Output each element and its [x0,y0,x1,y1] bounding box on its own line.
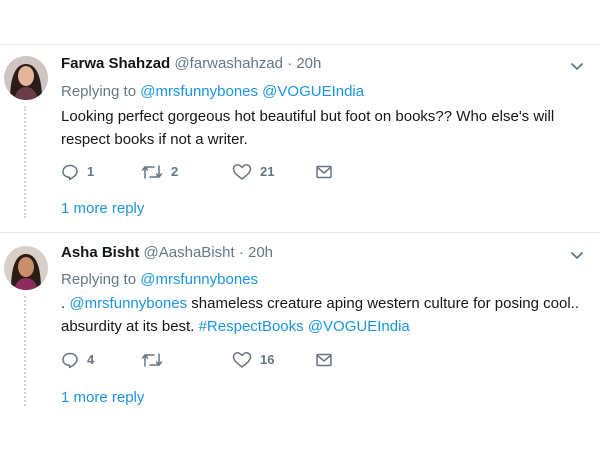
reply-action[interactable]: 4 [61,351,94,369]
like-icon[interactable] [232,163,252,181]
like-action[interactable]: 16 [232,351,274,369]
retweet-action[interactable]: 2 [141,163,178,181]
avatar[interactable] [4,56,48,100]
reply-count: 1 [87,164,95,179]
caret-down-icon[interactable] [569,58,585,74]
tweet-header: Asha Bisht @AashaBisht · 20h [61,244,273,262]
like-count: 21 [260,164,275,179]
timestamp[interactable]: 20h [296,55,321,72]
more-replies-link[interactable]: 1 more reply [61,200,144,218]
caret-down-icon[interactable] [569,247,585,263]
hashtag-link[interactable]: #RespectBooks [199,318,304,335]
separator: · [238,244,244,261]
thread-line [24,296,26,406]
display-name[interactable]: Asha Bisht [61,244,139,261]
timestamp[interactable]: 20h [248,244,273,261]
reply-count: 4 [87,352,95,367]
replying-to-label: Replying to [61,271,137,288]
retweet-count: 2 [171,164,179,179]
divider [0,232,600,233]
mention-link[interactable]: @VOGUEIndia [262,83,364,100]
tweet-text: . @mrsfunnybones shameless creature apin… [61,292,581,338]
mention-link[interactable]: @VOGUEIndia [308,318,410,335]
tweet-header: Farwa Shahzad @farwashahzad · 20h [61,55,321,73]
dm-action[interactable] [315,163,333,181]
like-icon[interactable] [232,351,252,369]
mention-link[interactable]: @mrsfunnybones [69,295,187,312]
retweet-icon[interactable] [141,163,163,181]
username[interactable]: @farwashahzad [174,55,283,72]
replying-to: Replying to @mrsfunnybones @VOGUEIndia [61,83,364,101]
reply-icon[interactable] [61,163,79,181]
username[interactable]: @AashaBisht [144,244,235,261]
replying-to: Replying to @mrsfunnybones [61,271,258,289]
mention-link[interactable]: @mrsfunnybones [140,271,258,288]
mention-link[interactable]: @mrsfunnybones [140,83,258,100]
dm-icon[interactable] [315,351,333,369]
like-action[interactable]: 21 [232,163,274,181]
reply-icon[interactable] [61,351,79,369]
dm-icon[interactable] [315,163,333,181]
thread-line [24,106,26,218]
retweet-action[interactable] [141,351,171,369]
avatar[interactable] [4,246,48,290]
separator: · [287,55,293,72]
tweet-text: Looking perfect gorgeous hot beautiful b… [61,108,555,148]
like-count: 16 [260,352,275,367]
retweet-icon[interactable] [141,351,163,369]
replying-to-label: Replying to [61,83,137,100]
top-border [0,44,600,45]
reply-action[interactable]: 1 [61,163,94,181]
more-replies-link[interactable]: 1 more reply [61,389,144,407]
dm-action[interactable] [315,351,333,369]
display-name[interactable]: Farwa Shahzad [61,55,170,72]
